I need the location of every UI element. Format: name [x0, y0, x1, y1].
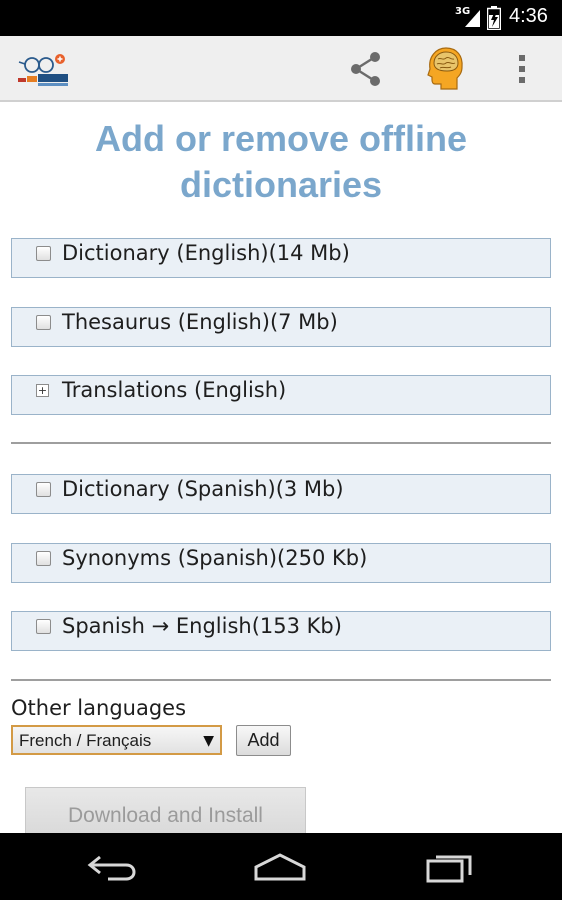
translations-english-row[interactable]: + Translations (English): [11, 375, 551, 415]
section-divider: [11, 679, 551, 681]
dictionary-english-row[interactable]: Dictionary (English)(14 Mb): [11, 238, 551, 278]
clock: 4:36: [509, 5, 548, 27]
dictionary-spanish-row[interactable]: Dictionary (Spanish)(3 Mb): [11, 474, 551, 514]
share-icon[interactable]: [346, 49, 386, 89]
page-title-line-2: dictionaries: [179, 164, 383, 205]
battery-icon: [487, 6, 501, 30]
page-title: Add or remove offline dictionaries: [0, 116, 562, 208]
dictionary-english-checkbox[interactable]: [36, 246, 51, 261]
brain-icon[interactable]: [422, 45, 466, 91]
synonyms-spanish-row[interactable]: Synonyms (Spanish)(250 Kb): [11, 543, 551, 583]
navigation-bar: [0, 833, 562, 900]
action-bar: [0, 36, 562, 102]
dictionary-english-label: Dictionary (English)(14 Mb): [62, 241, 350, 265]
signal-icon: [465, 10, 480, 27]
spanish-english-row[interactable]: Spanish → English(153 Kb): [11, 611, 551, 651]
thesaurus-english-checkbox[interactable]: [36, 315, 51, 330]
home-icon[interactable]: [252, 851, 308, 883]
dictionary-spanish-label: Dictionary (Spanish)(3 Mb): [62, 477, 344, 501]
thesaurus-english-label: Thesaurus (English)(7 Mb): [62, 310, 338, 334]
dictionary-spanish-checkbox[interactable]: [36, 482, 51, 497]
page-title-line-1: Add or remove offline: [94, 118, 468, 159]
dropdown-arrow-icon: ▼: [203, 733, 214, 749]
spanish-english-label: Spanish → English(153 Kb): [62, 614, 342, 638]
section-divider: [11, 442, 551, 444]
expand-icon[interactable]: +: [36, 384, 49, 397]
spanish-english-checkbox[interactable]: [36, 619, 51, 634]
language-select-value: French / Français: [19, 731, 152, 750]
translations-english-label: Translations (English): [62, 378, 287, 402]
thesaurus-english-row[interactable]: Thesaurus (English)(7 Mb): [11, 307, 551, 347]
synonyms-spanish-checkbox[interactable]: [36, 551, 51, 566]
language-select[interactable]: French / Français ▼: [11, 725, 222, 755]
back-icon[interactable]: [86, 851, 138, 883]
add-language-button[interactable]: Add: [236, 725, 291, 756]
overflow-menu-icon[interactable]: [512, 52, 532, 86]
app-logo-icon[interactable]: [16, 50, 76, 90]
other-languages-label: Other languages: [11, 696, 187, 720]
recent-apps-icon[interactable]: [424, 849, 476, 883]
synonyms-spanish-label: Synonyms (Spanish)(250 Kb): [62, 546, 368, 570]
status-bar: 3G 4:36: [0, 0, 562, 36]
download-install-button[interactable]: Download and Install: [25, 787, 306, 833]
